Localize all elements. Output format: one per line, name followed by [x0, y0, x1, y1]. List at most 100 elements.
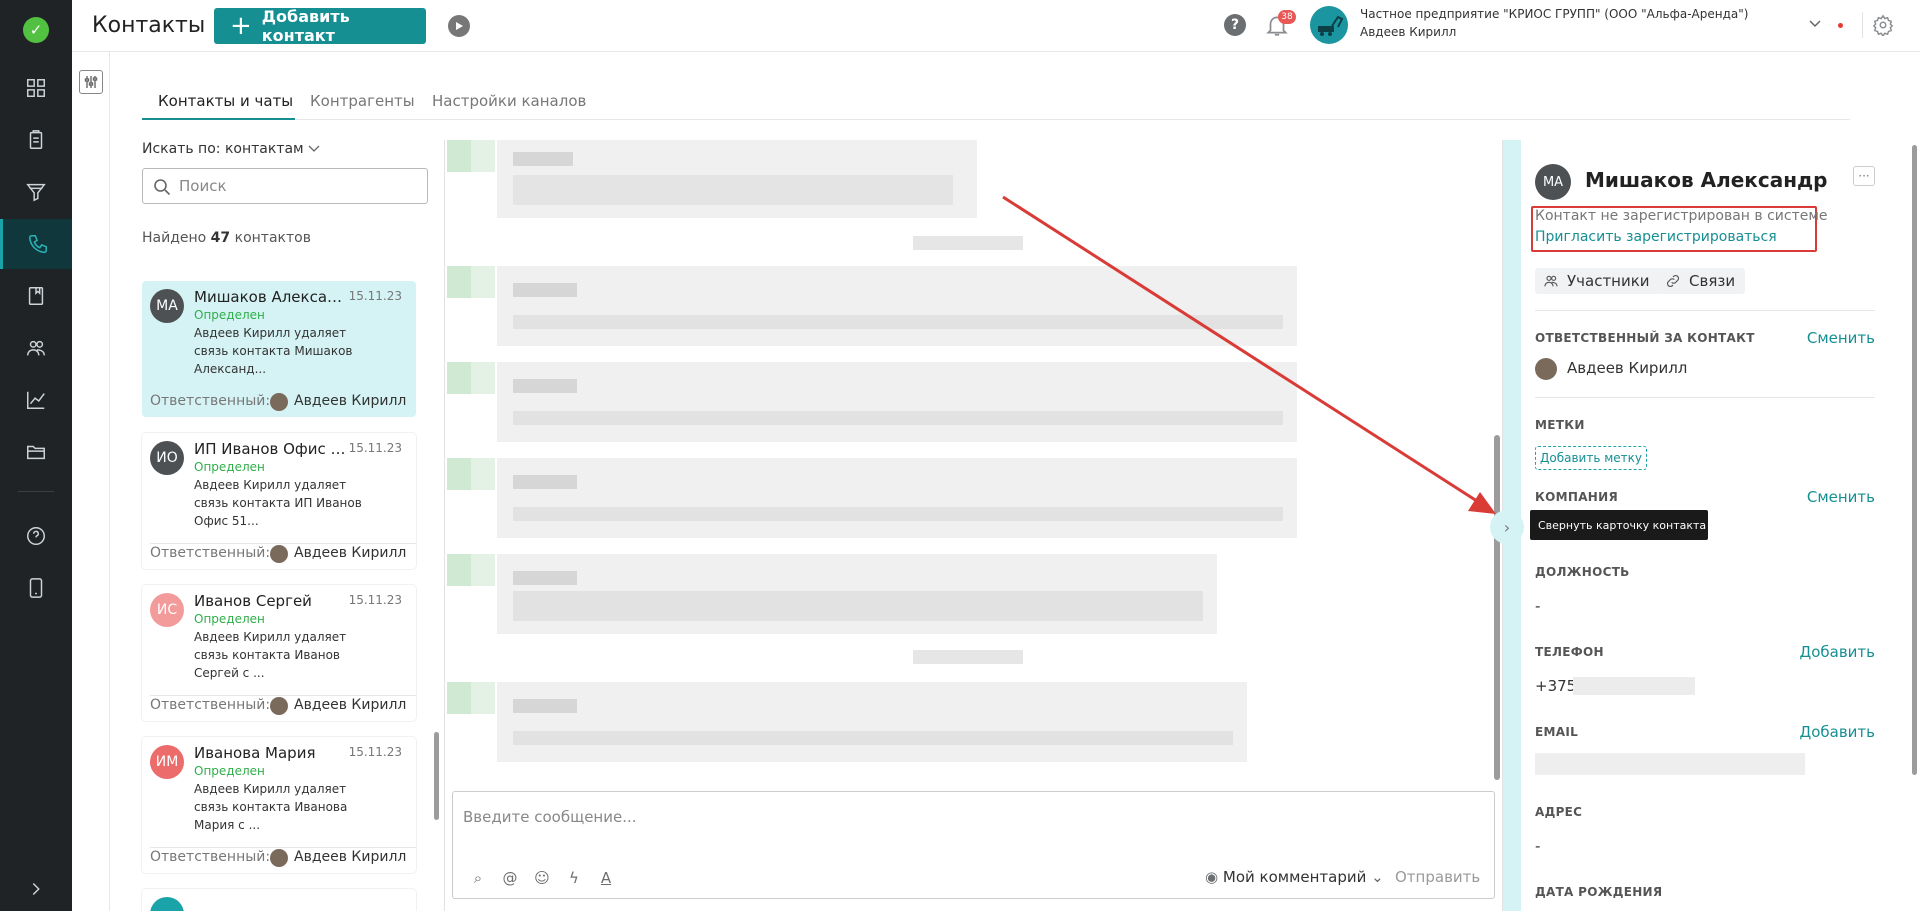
message-avatar-blurred: [447, 682, 495, 714]
message-text-blurred: [513, 507, 1283, 521]
address-value: -: [1535, 837, 1541, 855]
text-format-icon[interactable]: A: [597, 869, 615, 887]
tab-contacts-chats[interactable]: Контакты и чаты: [142, 92, 295, 120]
message-sender-blurred: [513, 699, 577, 713]
links-button[interactable]: Связи: [1657, 268, 1746, 294]
responsible-section-label: ОТВЕТСТВЕННЫЙ ЗА КОНТАКТ: [1535, 331, 1755, 345]
nav-funnel[interactable]: [0, 167, 72, 217]
responsible-name: Авдеев Кирилл: [294, 697, 407, 713]
search-field[interactable]: [142, 168, 428, 204]
contact-date: 15.11.23: [348, 593, 402, 607]
section-divider: [1535, 397, 1875, 398]
change-company-button[interactable]: Сменить: [1807, 488, 1875, 506]
message-sender-blurred: [513, 571, 577, 585]
responsible-label: Ответственный:: [150, 545, 271, 561]
birthday-section-label: ДАТА РОЖДЕНИЯ: [1535, 885, 1663, 899]
message-avatar-blurred: [447, 554, 495, 586]
book-icon: [28, 287, 44, 305]
filter-settings-button[interactable]: [79, 70, 103, 94]
top-header: Контакты + Добавить контакт ? 38 Частное…: [72, 0, 1920, 52]
message-avatar-blurred: [447, 362, 495, 394]
position-section-label: ДОЛЖНОСТЬ: [1535, 565, 1630, 579]
send-button[interactable]: Отправить: [1395, 868, 1480, 886]
add-contact-button[interactable]: + Добавить контакт: [214, 7, 426, 45]
contact-card[interactable]: ИС Иванов Сергей 15.11.23 Определен Авде…: [142, 585, 416, 721]
comment-mode-label: Мой комментарий: [1222, 868, 1367, 886]
contact-card[interactable]: [142, 889, 416, 911]
logo[interactable]: ✓: [0, 5, 72, 55]
contact-name: Иванов Сергей: [194, 592, 312, 610]
chevron-down-icon: ⌄: [1371, 868, 1384, 886]
nav-contacts[interactable]: [0, 219, 72, 269]
nav-tasks[interactable]: [0, 115, 72, 165]
emoji-icon[interactable]: ☺: [533, 869, 551, 887]
funnel-icon: [26, 183, 46, 202]
message-sender-blurred: [513, 152, 573, 166]
email-value-blurred: [1535, 753, 1805, 775]
message-input[interactable]: [463, 808, 1463, 838]
contact-details-panel: МА Мишаков Александр ··· Контакт не заре…: [1531, 140, 1875, 911]
org-avatar[interactable]: [1310, 6, 1348, 44]
secondary-rail: [72, 52, 110, 911]
message-avatar-blurred: [447, 140, 495, 172]
contact-card[interactable]: МА Мишаков Александр 15.11.23 Определен …: [142, 281, 416, 417]
nav-dashboard[interactable]: [0, 63, 72, 113]
tab-channel-settings[interactable]: Настройки каналов: [432, 92, 586, 120]
add-phone-button[interactable]: Добавить: [1799, 643, 1875, 661]
more-options-button[interactable]: ···: [1853, 166, 1875, 186]
found-count-text: Найдено 47 контактов: [142, 230, 311, 246]
lightning-icon[interactable]: ϟ: [565, 869, 583, 887]
nav-mobile[interactable]: [0, 563, 72, 613]
change-responsible-button[interactable]: Сменить: [1807, 329, 1875, 347]
rail-expand[interactable]: [0, 864, 72, 911]
last-event-text: Авдеев Кирилл удаляет связь контакта Ива…: [194, 782, 348, 832]
links-label: Связи: [1689, 272, 1736, 290]
responsible-avatar: [270, 697, 288, 715]
gear-icon[interactable]: [1872, 14, 1894, 36]
paperclip-icon[interactable]: ⌕: [469, 869, 487, 887]
details-scrollbar[interactable]: [1912, 145, 1917, 775]
add-email-button[interactable]: Добавить: [1799, 723, 1875, 741]
add-contact-label: Добавить контакт: [261, 7, 350, 45]
message-sender-blurred: [513, 283, 577, 297]
not-registered-text: Контакт не зарегистрирован в системе: [1535, 208, 1828, 224]
comment-mode-dropdown[interactable]: ◉ Мой комментарий ⌄: [1205, 868, 1384, 886]
nav-team[interactable]: [0, 323, 72, 373]
contact-card[interactable]: ИО ИП Иванов Офис 51... 15.11.23 Определ…: [142, 433, 416, 569]
nav-files[interactable]: [0, 427, 72, 477]
video-tutorial-button[interactable]: [448, 15, 470, 37]
tab-counterparties[interactable]: Контрагенты: [310, 92, 415, 120]
contact-date: 15.11.23: [348, 289, 402, 303]
nav-help[interactable]: [0, 511, 72, 561]
participants-button[interactable]: Участники: [1535, 268, 1660, 294]
invite-register-link[interactable]: Пригласить зарегистрироваться: [1535, 229, 1777, 245]
chevron-down-icon[interactable]: [1808, 16, 1822, 30]
participants-label: Участники: [1567, 272, 1650, 290]
chat-scrollbar[interactable]: [1494, 435, 1500, 780]
sliders-icon: [84, 76, 98, 88]
collapse-card-button[interactable]: ›: [1490, 510, 1524, 544]
eye-slash-icon: ◉: [1205, 868, 1219, 886]
add-tag-button[interactable]: Добавить метку: [1535, 446, 1647, 470]
status-label: Определен: [194, 308, 265, 322]
found-prefix: Найдено: [142, 230, 207, 246]
nav-analytics[interactable]: [0, 375, 72, 425]
main-nav-rail: ✓: [0, 0, 72, 911]
contact-card[interactable]: ИМ Иванова Мария 15.11.23 Определен Авде…: [142, 737, 416, 873]
responsible-name: Авдеев Кирилл: [294, 393, 407, 409]
phone-value: +375: [1535, 677, 1577, 695]
last-event-text: Авдеев Кирилл удаляет связь контакта Миш…: [194, 326, 353, 376]
contacts-scrollbar[interactable]: [434, 732, 439, 820]
search-input[interactable]: [179, 169, 419, 203]
contact-date: 15.11.23: [348, 441, 402, 455]
mention-icon[interactable]: @: [501, 869, 519, 887]
last-event-text: Авдеев Кирилл удаляет связь контакта Ива…: [194, 630, 347, 680]
search-by-dropdown[interactable]: Искать по: контактам: [142, 141, 320, 157]
responsible-avatar: [270, 393, 288, 411]
responsible-name: Авдеев Кирилл: [294, 849, 407, 865]
message-text-blurred: [513, 315, 1283, 329]
help-button[interactable]: ?: [1224, 14, 1246, 36]
phone-section-label: ТЕЛЕФОН: [1535, 645, 1604, 659]
status-label: Определен: [194, 612, 265, 626]
nav-book[interactable]: [0, 271, 72, 321]
